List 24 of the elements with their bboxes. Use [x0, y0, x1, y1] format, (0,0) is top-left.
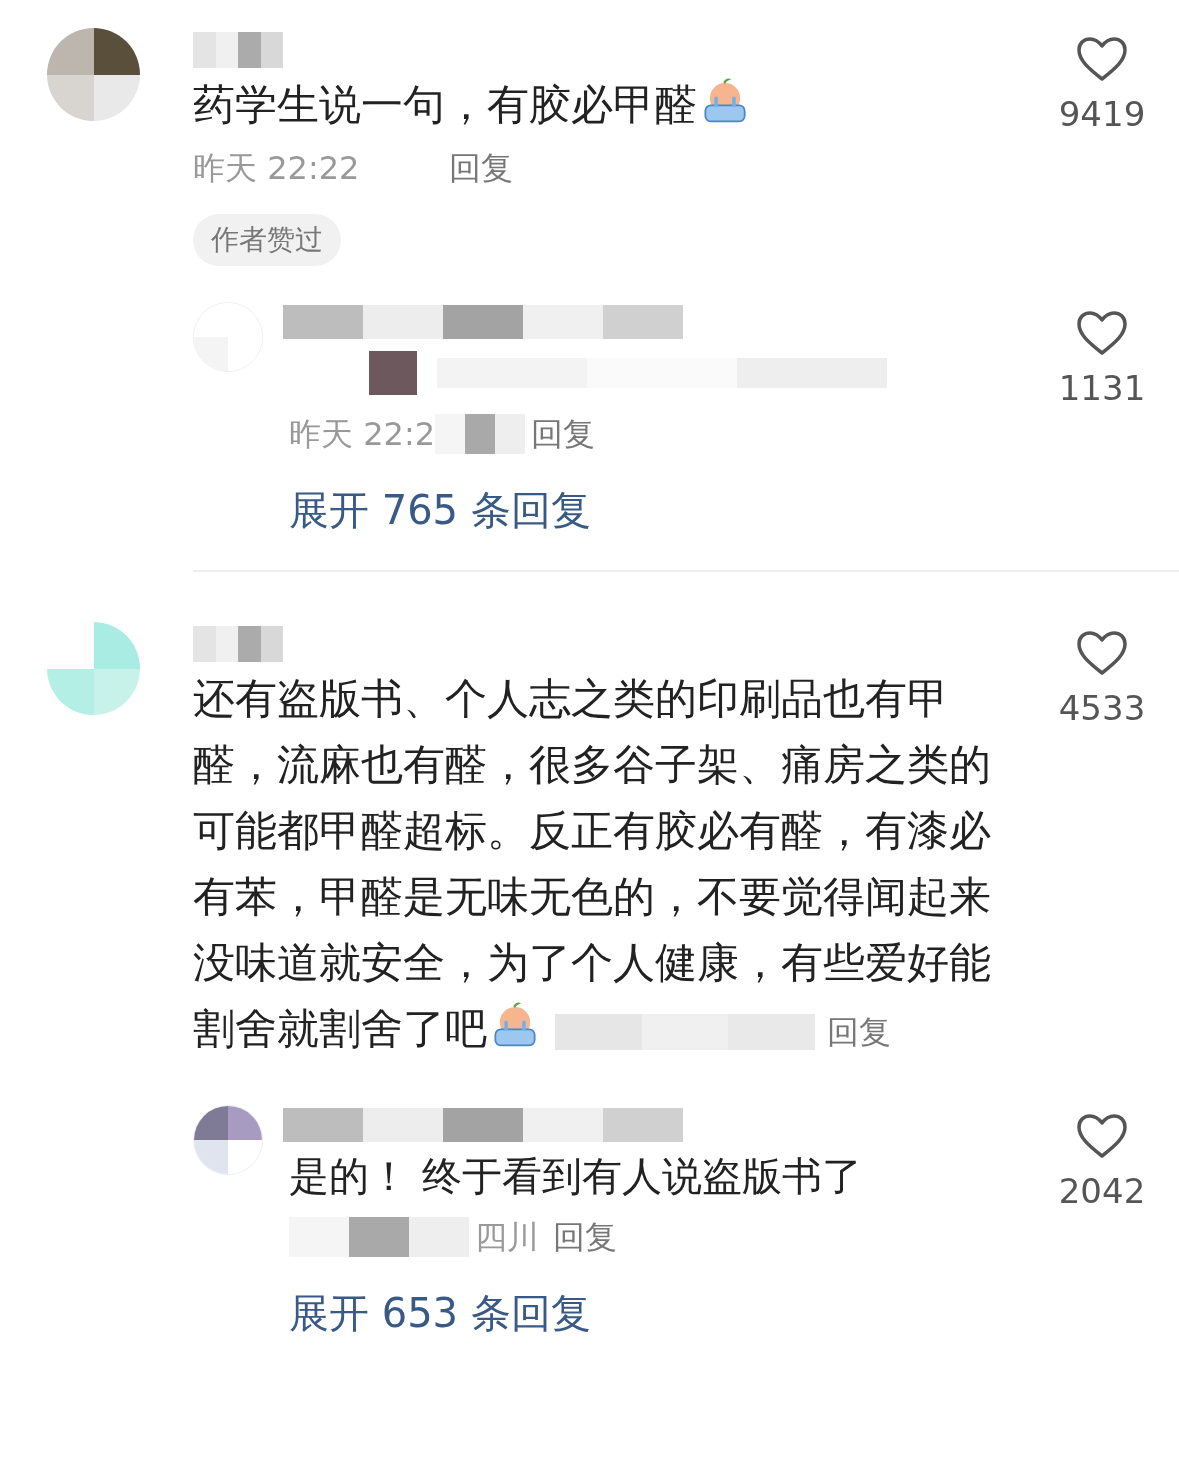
reply-link[interactable]: 回复 — [449, 144, 514, 192]
reply-text: 是的！ 终于看到有人说盗版书了 — [289, 1152, 863, 1201]
reply-location: 四川 — [475, 1217, 539, 1258]
heart-icon[interactable] — [1076, 310, 1128, 356]
heart-icon[interactable] — [1076, 630, 1128, 676]
avatar[interactable] — [193, 1105, 263, 1175]
like-count: 1131 — [1058, 367, 1146, 410]
like-count: 4533 — [1058, 687, 1146, 730]
comment-time: 昨天 22:22 — [193, 148, 360, 189]
heart-icon[interactable] — [1076, 1113, 1128, 1159]
mosaic-patch — [369, 351, 417, 395]
author-liked-badge: 作者赞过 — [193, 214, 341, 266]
avatar[interactable] — [47, 28, 140, 121]
comment-text: 药学生说一句，有胶必甲醛 — [193, 72, 1005, 138]
expand-replies-link[interactable]: 展开 765 条回复 — [289, 487, 591, 533]
reply-time: 昨天 22:2 — [289, 414, 436, 455]
comment-text: 还有盗版书、个人志之类的印刷品也有甲醛，流麻也有醛，很多谷子架、痛房之类的可能都甲醛超标。反正有胶必有醛，有漆必有苯，甲醛是无味无色的，不要觉得闻起来没味道就安全，为了个人健康，有些爱好能割舍就割舍了吧 回复 — [193, 673, 992, 1055]
like-count: 2042 — [1058, 1170, 1146, 1213]
reply-link[interactable]: 回复 — [553, 1213, 617, 1261]
expand-replies-link[interactable]: 展开 653 条回复 — [289, 1290, 591, 1336]
reply-link[interactable]: 回复 — [531, 410, 596, 458]
like-count: 9419 — [1058, 93, 1146, 136]
reply-link[interactable]: 回复 — [827, 1013, 891, 1051]
heart-icon[interactable] — [1076, 36, 1128, 82]
